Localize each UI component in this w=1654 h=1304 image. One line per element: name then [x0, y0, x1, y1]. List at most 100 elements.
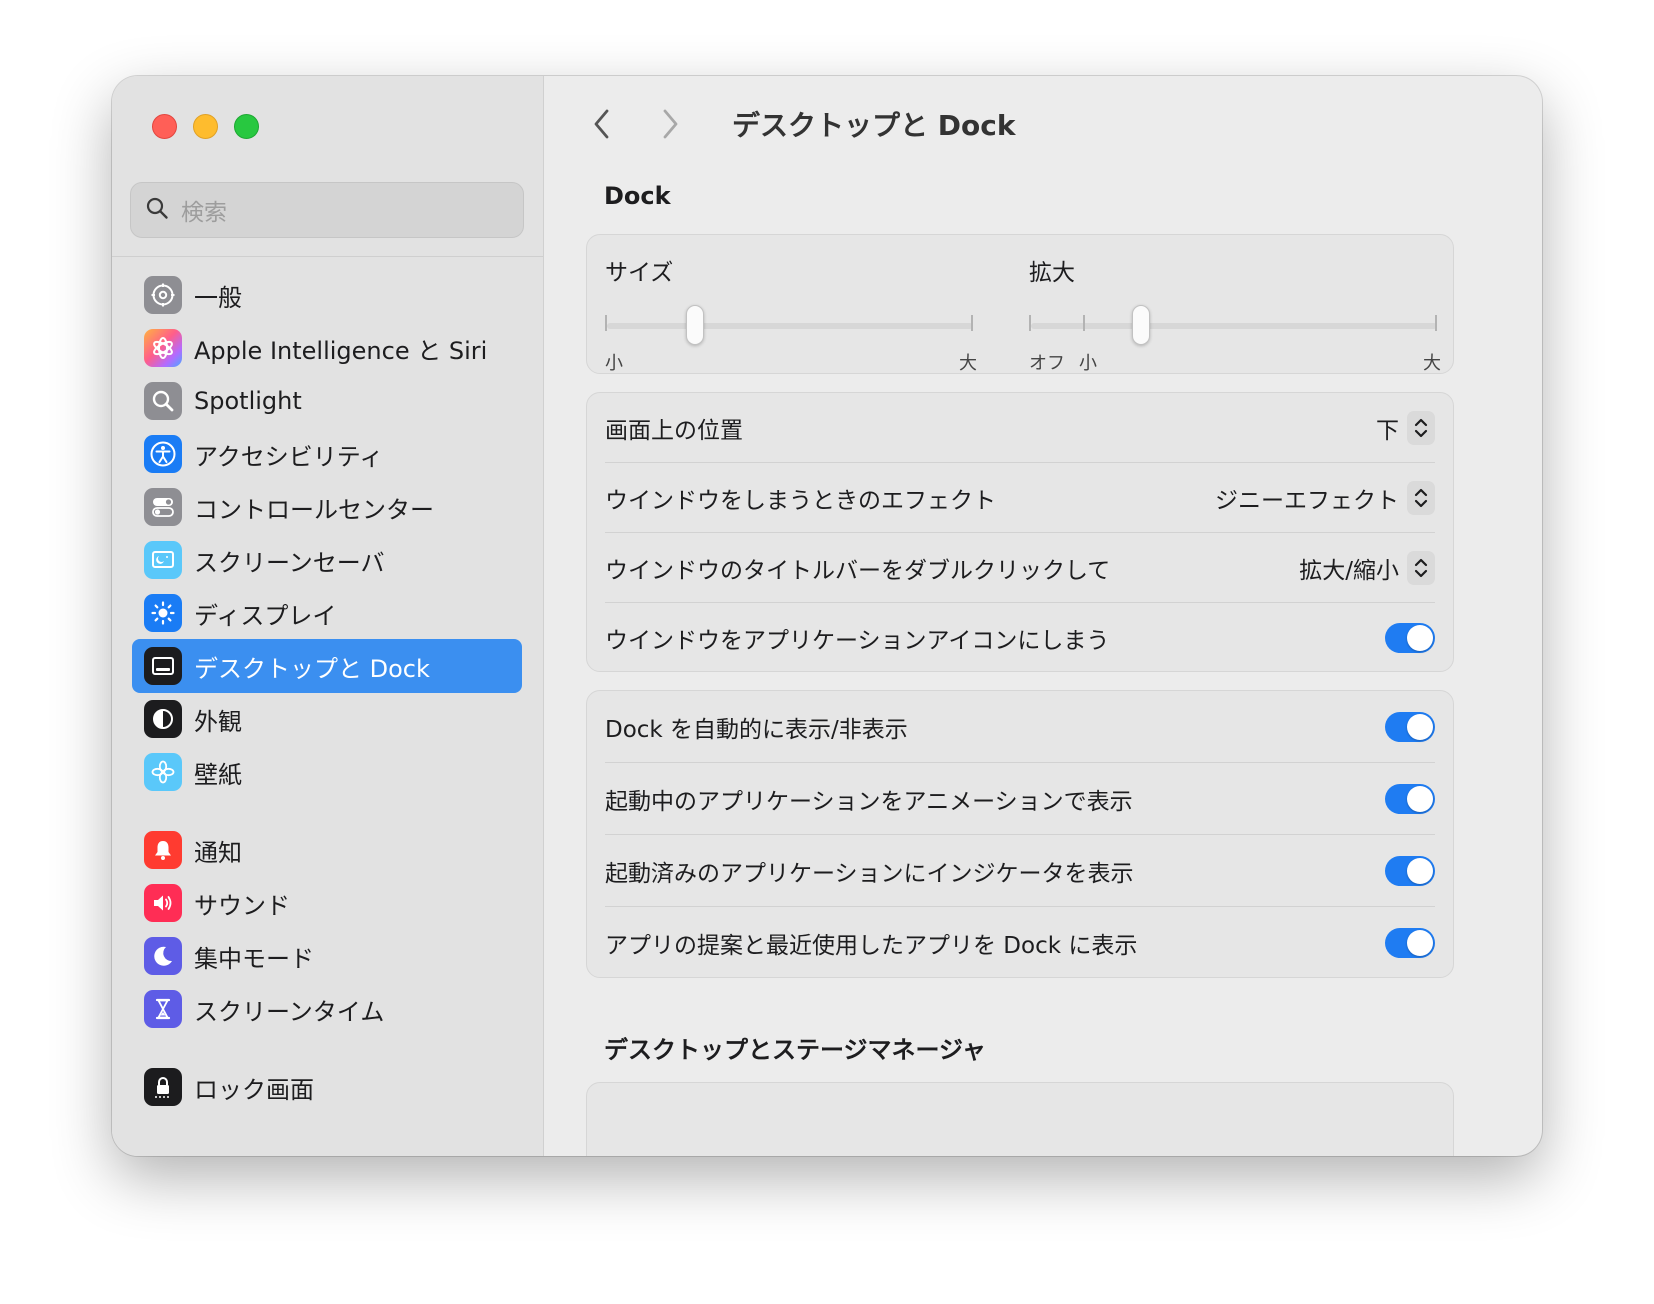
apple-intelligence-icon	[144, 329, 182, 367]
zoom-button[interactable]	[234, 114, 259, 139]
magnify-slider-label: 拡大	[1029, 260, 1075, 286]
animate-toggle[interactable]	[1385, 784, 1435, 814]
search-icon	[145, 196, 169, 224]
size-slider-label: サイズ	[605, 260, 674, 286]
sidebar-item-displays[interactable]: ディスプレイ	[132, 586, 522, 640]
sidebar-item-label: ディスプレイ	[194, 601, 337, 630]
sidebar-divider	[112, 256, 543, 257]
back-button[interactable]	[582, 106, 622, 146]
size-slider-track[interactable]	[607, 323, 973, 329]
sidebar-item-label: スクリーンセーバ	[194, 548, 385, 577]
toggle-knob	[1407, 714, 1433, 740]
recent-apps-toggle[interactable]	[1385, 928, 1435, 958]
sidebar: 検索 一般 Apple Intelligence と Siri Spotligh…	[112, 76, 544, 1156]
slider-tick	[971, 315, 973, 331]
slider-tick	[1435, 315, 1437, 331]
sun-icon	[144, 594, 182, 632]
autohide-label: Dock を自動的に表示/非表示	[605, 717, 908, 743]
sidebar-item-label: 一般	[194, 283, 242, 312]
sidebar-item-label: アクセシビリティ	[194, 442, 384, 471]
slider-tick	[1083, 315, 1085, 331]
magnify-max-label: 大	[1423, 353, 1441, 374]
sidebar-item-label: Apple Intelligence と Siri	[194, 336, 488, 365]
magnify-slider-thumb[interactable]	[1131, 305, 1150, 345]
toggle-knob	[1407, 625, 1433, 651]
magnifier-icon	[144, 382, 182, 420]
magnify-off-label: オフ	[1029, 353, 1065, 374]
dock-options-card: Dock を自動的に表示/非表示 起動中のアプリケーションをアニメーションで表示…	[586, 690, 1454, 978]
toggle-knob	[1407, 858, 1433, 884]
minimize-to-icon-toggle[interactable]	[1385, 623, 1435, 653]
double-click-label: ウインドウのタイトルバーをダブルクリックして	[605, 558, 1111, 584]
size-slider-thumb[interactable]	[685, 305, 704, 345]
position-popup[interactable]: 下	[1376, 411, 1435, 445]
minimize-effect-popup[interactable]: ジニーエフェクト	[1215, 481, 1435, 515]
minimize-to-icon-row: ウインドウをアプリケーションアイコンにしまう	[605, 603, 1435, 671]
gear-icon	[144, 276, 182, 314]
sidebar-item-screen-time[interactable]: スクリーンタイム	[132, 982, 522, 1036]
sidebar-item-wallpaper[interactable]: 壁紙	[132, 745, 522, 799]
sidebar-item-appearance[interactable]: 外観	[132, 692, 522, 746]
sidebar-item-accessibility[interactable]: アクセシビリティ	[132, 427, 522, 481]
chevron-updown-icon	[1407, 411, 1435, 445]
sidebar-item-sound[interactable]: サウンド	[132, 876, 522, 930]
position-row: 画面上の位置 下	[605, 393, 1435, 463]
size-min-label: 小	[605, 353, 623, 374]
accessibility-icon	[144, 435, 182, 473]
desktop-card	[586, 1082, 1454, 1156]
sidebar-item-notifications[interactable]: 通知	[132, 823, 522, 877]
minimize-effect-value: ジニーエフェクト	[1215, 488, 1399, 514]
sidebar-item-focus[interactable]: 集中モード	[132, 929, 522, 983]
double-click-popup[interactable]: 拡大/縮小	[1299, 551, 1435, 585]
sidebar-item-label: サウンド	[194, 891, 290, 920]
lock-icon	[144, 1068, 182, 1106]
search-field[interactable]: 検索	[130, 182, 524, 238]
dock-icon	[144, 647, 182, 685]
sidebar-item-general[interactable]: 一般	[132, 268, 522, 322]
dock-sliders-card: サイズ 小 大 拡大 オフ 小 大	[586, 234, 1454, 374]
sidebar-item-lock-screen[interactable]: ロック画面	[132, 1060, 522, 1114]
magnify-min-label: 小	[1079, 353, 1097, 374]
minimize-effect-row: ウインドウをしまうときのエフェクト ジニーエフェクト	[605, 463, 1435, 533]
chevron-left-icon	[591, 107, 613, 145]
minimize-button[interactable]	[193, 114, 218, 139]
minimize-to-icon-label: ウインドウをアプリケーションアイコンにしまう	[605, 628, 1110, 654]
screensaver-icon	[144, 541, 182, 579]
sidebar-item-label: デスクトップと Dock	[194, 654, 430, 683]
forward-button[interactable]	[650, 106, 690, 146]
sidebar-item-control-center[interactable]: コントロールセンター	[132, 480, 522, 534]
indicators-toggle[interactable]	[1385, 856, 1435, 886]
sidebar-item-label: 壁紙	[194, 760, 242, 789]
position-label: 画面上の位置	[605, 418, 743, 444]
animate-label: 起動中のアプリケーションをアニメーションで表示	[605, 789, 1133, 815]
hourglass-icon	[144, 990, 182, 1028]
toggle-knob	[1407, 786, 1433, 812]
speaker-icon	[144, 884, 182, 922]
magnify-slider-track[interactable]	[1031, 323, 1437, 329]
size-slider: サイズ 小 大	[605, 253, 977, 373]
sidebar-item-screensaver[interactable]: スクリーンセーバ	[132, 533, 522, 587]
sidebar-item-desktop-dock[interactable]: デスクトップと Dock	[132, 639, 522, 693]
animate-row: 起動中のアプリケーションをアニメーションで表示	[605, 763, 1435, 835]
sidebar-item-label: 集中モード	[194, 944, 314, 973]
slider-tick	[1029, 315, 1031, 331]
section-title-dock: Dock	[604, 182, 671, 210]
sidebar-item-spotlight[interactable]: Spotlight	[132, 374, 522, 428]
sidebar-item-apple-intelligence[interactable]: Apple Intelligence と Siri	[132, 321, 522, 375]
section-title-desktop: デスクトップとステージマネージャ	[604, 1036, 986, 1064]
autohide-toggle[interactable]	[1385, 712, 1435, 742]
minimize-effect-label: ウインドウをしまうときのエフェクト	[605, 488, 996, 514]
size-max-label: 大	[959, 353, 977, 374]
close-button[interactable]	[152, 114, 177, 139]
settings-window: 検索 一般 Apple Intelligence と Siri Spotligh…	[112, 76, 1542, 1156]
chevron-updown-icon	[1407, 481, 1435, 515]
appearance-icon	[144, 700, 182, 738]
recent-apps-row: アプリの提案と最近使用したアプリを Dock に表示	[605, 907, 1435, 977]
double-click-value: 拡大/縮小	[1299, 558, 1399, 584]
recent-apps-label: アプリの提案と最近使用したアプリを Dock に表示	[605, 933, 1138, 959]
indicators-label: 起動済みのアプリケーションにインジケータを表示	[605, 861, 1134, 887]
main-pane: デスクトップと Dock Dock サイズ 小 大 拡大 オフ 小 大 画面上の…	[544, 76, 1542, 1156]
traffic-lights	[152, 114, 259, 139]
indicators-row: 起動済みのアプリケーションにインジケータを表示	[605, 835, 1435, 907]
toggle-knob	[1407, 930, 1433, 956]
